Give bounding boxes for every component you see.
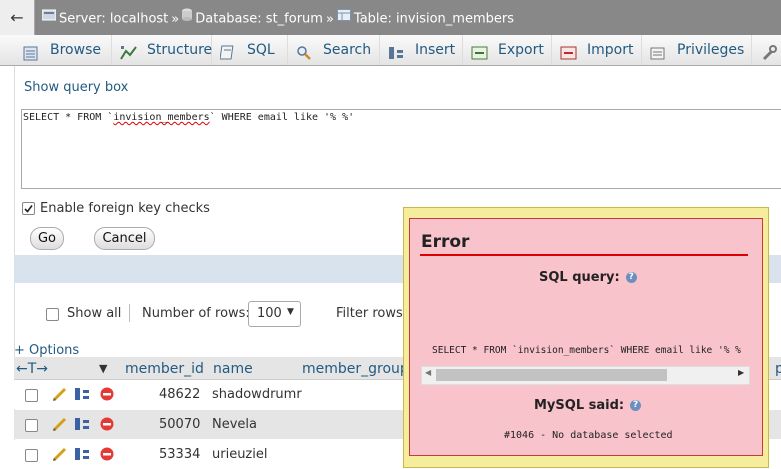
- chevron-down-icon: ▼: [287, 307, 294, 317]
- show-all-label: Show all: [67, 306, 122, 321]
- sort-dropdown-icon[interactable]: ▼: [99, 362, 107, 375]
- tab-bar: Browse Structure SQL Search Insert Expor…: [0, 35, 781, 66]
- row-checkbox[interactable]: [25, 419, 38, 432]
- sql-query-heading: SQL query:?: [539, 270, 637, 285]
- options-link[interactable]: + Options: [14, 343, 79, 358]
- rows-label: Number of rows:: [142, 306, 250, 321]
- row-checkbox[interactable]: [25, 389, 38, 402]
- copy-row-icon[interactable]: [74, 446, 90, 466]
- copy-row-icon[interactable]: [74, 386, 90, 406]
- error-title-rule: [420, 254, 748, 256]
- edit-pencil-icon[interactable]: [52, 416, 68, 436]
- tab-search[interactable]: Search: [287, 35, 380, 65]
- scroll-right-icon[interactable]: ▶: [738, 368, 744, 377]
- structure-icon: [120, 42, 138, 72]
- column-header-member-group[interactable]: member_group_: [302, 361, 416, 377]
- delete-row-icon[interactable]: [100, 387, 115, 406]
- tab-sql[interactable]: SQL: [211, 35, 288, 65]
- tab-privileges[interactable]: Privileges: [641, 35, 752, 65]
- mysql-said-help-icon[interactable]: ?: [630, 400, 642, 411]
- tab-import[interactable]: Import: [551, 35, 642, 65]
- column-resize-arrows-icon[interactable]: ←T→: [16, 361, 48, 377]
- insert-icon: [388, 42, 404, 72]
- breadcrumb-database[interactable]: Database: st_forum: [195, 12, 323, 27]
- database-icon: [182, 0, 193, 36]
- sql-query-text: SELECT * FROM `invision_members` WHERE e…: [23, 112, 355, 123]
- tab-insert[interactable]: Insert: [379, 35, 463, 65]
- copy-row-icon[interactable]: [74, 416, 90, 436]
- sql-query-help-icon[interactable]: ?: [625, 272, 637, 283]
- delete-row-icon[interactable]: [100, 417, 115, 436]
- column-header-partial[interactable]: p: [775, 361, 781, 377]
- table-icon: [336, 0, 351, 36]
- delete-row-icon[interactable]: [100, 447, 115, 466]
- browse-icon: [23, 42, 39, 72]
- column-header-member-id[interactable]: member_id: [125, 361, 204, 377]
- filter-rows-label: Filter rows:: [336, 306, 408, 321]
- tab-export[interactable]: Export: [462, 35, 552, 65]
- error-message: #1046 - No database selected: [504, 430, 673, 441]
- error-sql-query: SELECT * FROM `invision_members` WHERE e…: [432, 345, 741, 356]
- server-icon: [41, 0, 57, 36]
- error-title: Error: [421, 232, 470, 252]
- tab-browse[interactable]: Browse: [14, 35, 112, 65]
- export-icon: [471, 42, 489, 72]
- search-icon: [296, 42, 312, 72]
- edit-pencil-icon[interactable]: [52, 386, 68, 406]
- breadcrumb: Server: localhost» Database: st_forum» T…: [41, 0, 514, 36]
- mysql-said-heading: MySQL said:?: [534, 398, 642, 413]
- tab-operations[interactable]: [751, 35, 781, 65]
- foreign-key-checkbox[interactable]: [22, 202, 35, 215]
- cell-name: Nevela: [212, 417, 257, 432]
- tab-structure[interactable]: Structure: [111, 35, 212, 65]
- show-query-box-link[interactable]: Show query box: [24, 80, 128, 95]
- cell-name: shadowdrumr: [212, 387, 302, 402]
- import-icon: [560, 42, 578, 72]
- foreign-key-label: Enable foreign key checks: [40, 201, 210, 216]
- breadcrumb-table[interactable]: Table: invision_members: [354, 12, 514, 27]
- cell-member-id: 50070: [159, 417, 201, 432]
- rows-select[interactable]: 100 ▼: [248, 301, 301, 327]
- column-header-name[interactable]: name: [213, 361, 253, 377]
- edit-pencil-icon[interactable]: [52, 446, 68, 466]
- scrollbar-thumb[interactable]: [436, 369, 667, 381]
- breadcrumb-server[interactable]: Server: localhost: [59, 12, 168, 27]
- scroll-left-icon[interactable]: ◀: [425, 368, 431, 377]
- divider: [129, 304, 130, 322]
- show-all-checkbox[interactable]: [46, 308, 59, 321]
- navigation-collapse-edge: [0, 66, 15, 466]
- cell-member-id: 53334: [159, 447, 201, 462]
- sql-icon: [219, 42, 236, 72]
- row-checkbox[interactable]: [25, 449, 38, 462]
- cell-member-id: 48622: [159, 387, 201, 402]
- wrench-icon: [761, 42, 777, 72]
- go-button[interactable]: Go: [30, 227, 64, 250]
- privileges-icon: [650, 42, 666, 72]
- cell-name: urieuziel: [212, 447, 268, 462]
- cancel-button[interactable]: Cancel: [94, 227, 155, 250]
- back-arrow-icon[interactable]: ←: [0, 0, 35, 35]
